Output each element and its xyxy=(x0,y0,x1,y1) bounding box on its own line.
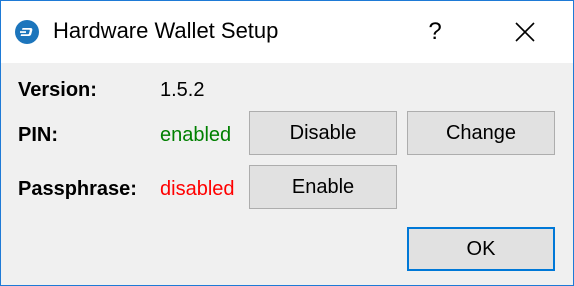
pin-status: enabled xyxy=(160,124,232,146)
version-label: Version: xyxy=(18,79,97,101)
pin-label: PIN: xyxy=(18,124,58,146)
change-pin-button[interactable]: Change xyxy=(407,111,555,155)
title-bar[interactable]: Hardware Wallet Setup ? xyxy=(1,1,573,63)
dash-logo-icon xyxy=(15,20,39,44)
help-button[interactable]: ? xyxy=(413,11,457,53)
disable-pin-button[interactable]: Disable xyxy=(249,111,397,155)
enable-passphrase-button[interactable]: Enable xyxy=(249,165,397,209)
close-button[interactable] xyxy=(501,11,549,53)
version-value: 1.5.2 xyxy=(160,79,205,101)
passphrase-label: Passphrase: xyxy=(18,178,137,200)
passphrase-status: disabled xyxy=(160,178,235,200)
dialog-window: Hardware Wallet Setup ? Version: 1.5.2 P… xyxy=(0,0,574,286)
window-title: Hardware Wallet Setup xyxy=(53,18,279,43)
ok-button[interactable]: OK xyxy=(407,227,555,271)
